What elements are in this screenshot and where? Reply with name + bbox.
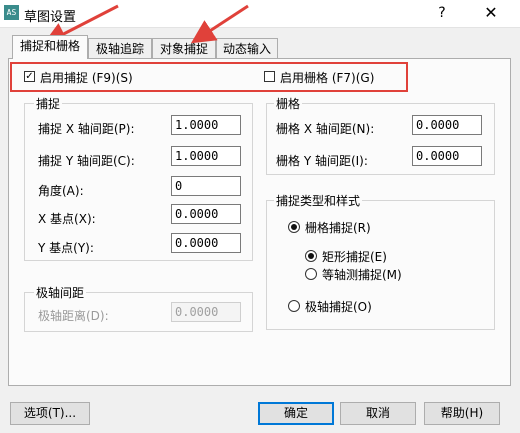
annotation-arrows — [42, 4, 249, 45]
arrow-object-snap-icon — [190, 4, 249, 44]
tab-snap-grid[interactable]: 捕捉和栅格 — [12, 35, 88, 59]
